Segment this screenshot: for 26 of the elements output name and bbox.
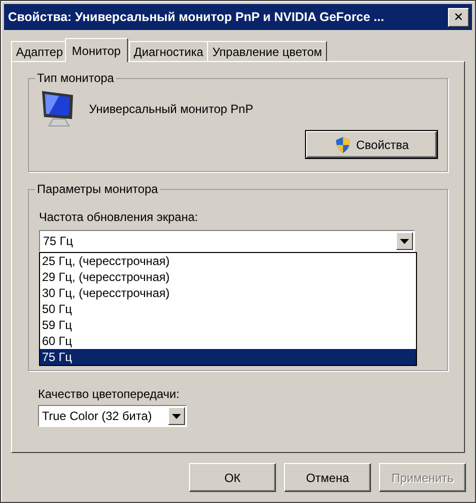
dropdown-option[interactable]: 30 Гц, (чересстрочная) (40, 285, 416, 301)
dialog-button[interactable]: Отмена (284, 463, 371, 492)
tab[interactable]: Монитор (64, 38, 128, 62)
monitor-name: Универсальный монитор PnP (89, 102, 254, 116)
tab[interactable]: Управление цветом (207, 41, 328, 61)
dropdown-option[interactable]: 50 Гц (40, 301, 416, 317)
dialog-button[interactable]: ОК (189, 463, 276, 492)
properties-button[interactable]: Свойства (306, 131, 437, 158)
field-label: Частота обновления экрана: (39, 210, 199, 224)
caret-icon (400, 238, 409, 244)
field-label: Качество цветопередачи: (37, 387, 180, 401)
caret-icon (172, 414, 181, 418)
dropdown-option[interactable]: 60 Гц (40, 333, 416, 349)
group-title: Параметры монитора (35, 182, 160, 196)
color-quality-dropdown[interactable]: True Color (32 бита) (38, 405, 187, 427)
dropdown-option[interactable]: 59 Гц (40, 317, 416, 333)
dropdown-option[interactable]: 75 Гц (40, 349, 416, 365)
tab[interactable]: Диагностика (128, 41, 208, 61)
close-button[interactable]: ✕ (448, 8, 469, 26)
tab[interactable]: Адаптер (11, 41, 68, 61)
refresh-rate-dropdown[interactable]: 75 Гц (39, 230, 415, 252)
group-title: Тип монитора (35, 71, 116, 85)
shield-icon (334, 136, 352, 154)
window-title: Свойства: Универсальный монитор PnP и NVIDIA GeForce ... (8, 10, 384, 24)
dropdown-option[interactable]: 29 Гц, (чересстрочная) (40, 269, 416, 285)
dropdown-option[interactable]: 25 Гц, (чересстрочная) (40, 253, 416, 269)
